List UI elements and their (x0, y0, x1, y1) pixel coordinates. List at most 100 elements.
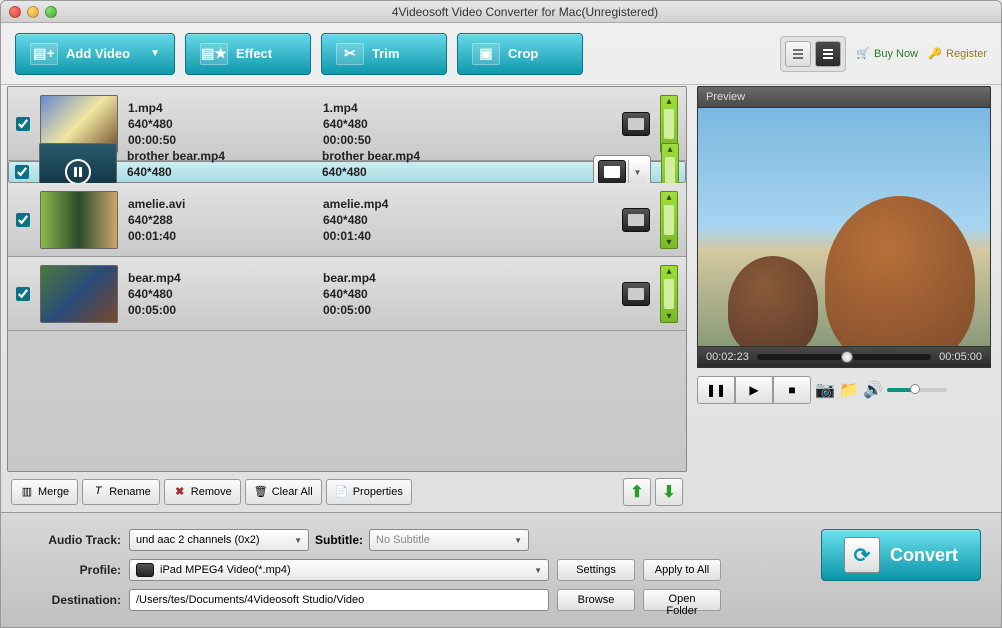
detail-view-button[interactable] (815, 41, 841, 67)
preview-label: Preview (697, 86, 991, 107)
source-name: 1.mp4 (128, 101, 313, 115)
row-profile-icon[interactable] (622, 112, 650, 136)
source-name: bear.mp4 (128, 271, 313, 285)
add-video-label: Add Video (66, 46, 130, 61)
file-checkbox[interactable] (16, 117, 30, 131)
open-snapshot-folder-button[interactable]: 📁 (839, 380, 859, 400)
crop-label: Crop (508, 46, 538, 61)
source-info: bear.mp4 640*480 00:05:00 (128, 271, 313, 317)
source-duration: 00:01:40 (128, 229, 313, 243)
row-scroll[interactable]: ▴▾ (660, 191, 678, 249)
output-info: 1.mp4 640*480 00:00:50 (323, 101, 508, 147)
destination-input[interactable]: /Users/tes/Documents/4Videosoft Studio/V… (129, 589, 549, 611)
trim-label: Trim (372, 46, 399, 61)
timeline: 00:02:23 00:05:00 (697, 347, 991, 368)
total-time: 00:05:00 (939, 351, 982, 363)
output-info: bear.mp4 640*480 00:05:00 (323, 271, 508, 317)
profile-select[interactable]: iPad MPEG4 Video(*.mp4) ▼ (129, 559, 549, 581)
output-name: amelie.mp4 (323, 197, 508, 211)
effect-button[interactable]: ▤★ Effect (185, 33, 311, 75)
preview-viewport (697, 107, 991, 347)
apply-to-all-button[interactable]: Apply to All (643, 559, 721, 581)
rename-button[interactable]: TRename (82, 479, 160, 505)
main-toolbar: ▤+ Add Video ▼ ▤★ Effect ✂ Trim ▣ Crop 🛒 (1, 23, 1001, 85)
film-add-icon: ▤+ (30, 43, 58, 65)
row-profile-icon[interactable] (622, 208, 650, 232)
move-down-button[interactable]: ⬇ (655, 478, 683, 506)
chevron-down-icon: ▼ (150, 48, 160, 59)
source-info: amelie.avi 640*288 00:01:40 (128, 197, 313, 243)
row-scroll[interactable]: ▴▾ (660, 265, 678, 323)
add-video-button[interactable]: ▤+ Add Video ▼ (15, 33, 175, 75)
current-time: 00:02:23 (706, 351, 749, 363)
zoom-icon[interactable] (45, 6, 57, 18)
file-thumbnail (40, 191, 118, 249)
merge-button[interactable]: ▥Merge (11, 479, 78, 505)
scissors-icon: ✂ (336, 43, 364, 65)
audio-track-select[interactable]: und aac 2 channels (0x2)▼ (129, 529, 309, 551)
list-view-button[interactable] (785, 41, 811, 67)
minimize-icon[interactable] (27, 6, 39, 18)
ipad-icon (598, 160, 626, 184)
file-row[interactable]: brother bear.mp4 640*480 00:05:00 brothe… (8, 161, 686, 183)
output-duration: 00:01:40 (323, 229, 508, 243)
source-name: brother bear.mp4 (127, 149, 312, 163)
buy-now-link[interactable]: 🛒 Buy Now (856, 47, 918, 61)
chevron-down-icon: ▼ (628, 160, 646, 184)
file-checkbox[interactable] (15, 165, 29, 179)
file-list: 1.mp4 640*480 00:00:50 1.mp4 640*480 00:… (7, 86, 687, 472)
remove-button[interactable]: ✖Remove (164, 479, 241, 505)
effect-label: Effect (236, 46, 272, 61)
clear-all-button[interactable]: 🗑Clear All (245, 479, 322, 505)
convert-icon: ⟳ (844, 537, 880, 573)
browse-button[interactable]: Browse (557, 589, 635, 611)
file-checkbox[interactable] (16, 213, 30, 227)
register-link[interactable]: 🔑 Register (928, 47, 987, 61)
stop-button[interactable]: ■ (773, 376, 811, 404)
subtitle-select[interactable]: No Subtitle▼ (369, 529, 529, 551)
source-duration: 00:00:50 (128, 133, 313, 147)
seek-slider[interactable] (757, 354, 931, 360)
properties-button[interactable]: 📄Properties (326, 479, 412, 505)
crop-icon: ▣ (472, 43, 500, 65)
close-icon[interactable] (9, 6, 21, 18)
output-name: brother bear.mp4 (322, 149, 507, 163)
source-resolution: 640*480 (128, 117, 313, 131)
bottom-panel: Audio Track: und aac 2 channels (0x2)▼ S… (1, 512, 1001, 627)
play-button[interactable]: ▶ (735, 376, 773, 404)
ipad-icon (136, 563, 154, 577)
text-icon: T (91, 485, 105, 499)
trim-button[interactable]: ✂ Trim (321, 33, 447, 75)
open-folder-button[interactable]: Open Folder (643, 589, 721, 611)
profile-label: Profile: (21, 563, 121, 577)
move-up-button[interactable]: ⬆ (623, 478, 651, 506)
file-row[interactable]: bear.mp4 640*480 00:05:00 bear.mp4 640*4… (8, 257, 686, 331)
settings-button[interactable]: Settings (557, 559, 635, 581)
clear-icon: 🗑 (254, 485, 268, 499)
convert-button[interactable]: ⟳ Convert (821, 529, 981, 581)
file-checkbox[interactable] (16, 287, 30, 301)
source-resolution: 640*480 (128, 287, 313, 301)
output-name: bear.mp4 (323, 271, 508, 285)
output-duration: 00:05:00 (323, 303, 508, 317)
subtitle-label: Subtitle: (315, 533, 363, 547)
source-resolution: 640*288 (128, 213, 313, 227)
file-row[interactable]: amelie.avi 640*288 00:01:40 amelie.mp4 6… (8, 183, 686, 257)
view-mode-group (780, 36, 846, 72)
crop-button[interactable]: ▣ Crop (457, 33, 583, 75)
output-resolution: 640*480 (323, 213, 508, 227)
volume-icon: 🔊 (863, 380, 883, 400)
volume-slider[interactable] (887, 388, 947, 392)
pause-button[interactable]: ❚❚ (697, 376, 735, 404)
key-icon: 🔑 (928, 47, 942, 61)
destination-label: Destination: (21, 593, 121, 607)
properties-icon: 📄 (335, 485, 349, 499)
titlebar: 4Videosoft Video Converter for Mac(Unreg… (1, 1, 1001, 23)
snapshot-button[interactable]: 📷 (815, 380, 835, 400)
app-window: 4Videosoft Video Converter for Mac(Unreg… (0, 0, 1002, 628)
output-info: amelie.mp4 640*480 00:01:40 (323, 197, 508, 243)
row-profile-icon[interactable] (622, 282, 650, 306)
file-thumbnail (40, 265, 118, 323)
player-controls: ❚❚ ▶ ■ 📷 📁 🔊 (697, 368, 991, 412)
source-resolution: 640*480 (127, 165, 312, 179)
